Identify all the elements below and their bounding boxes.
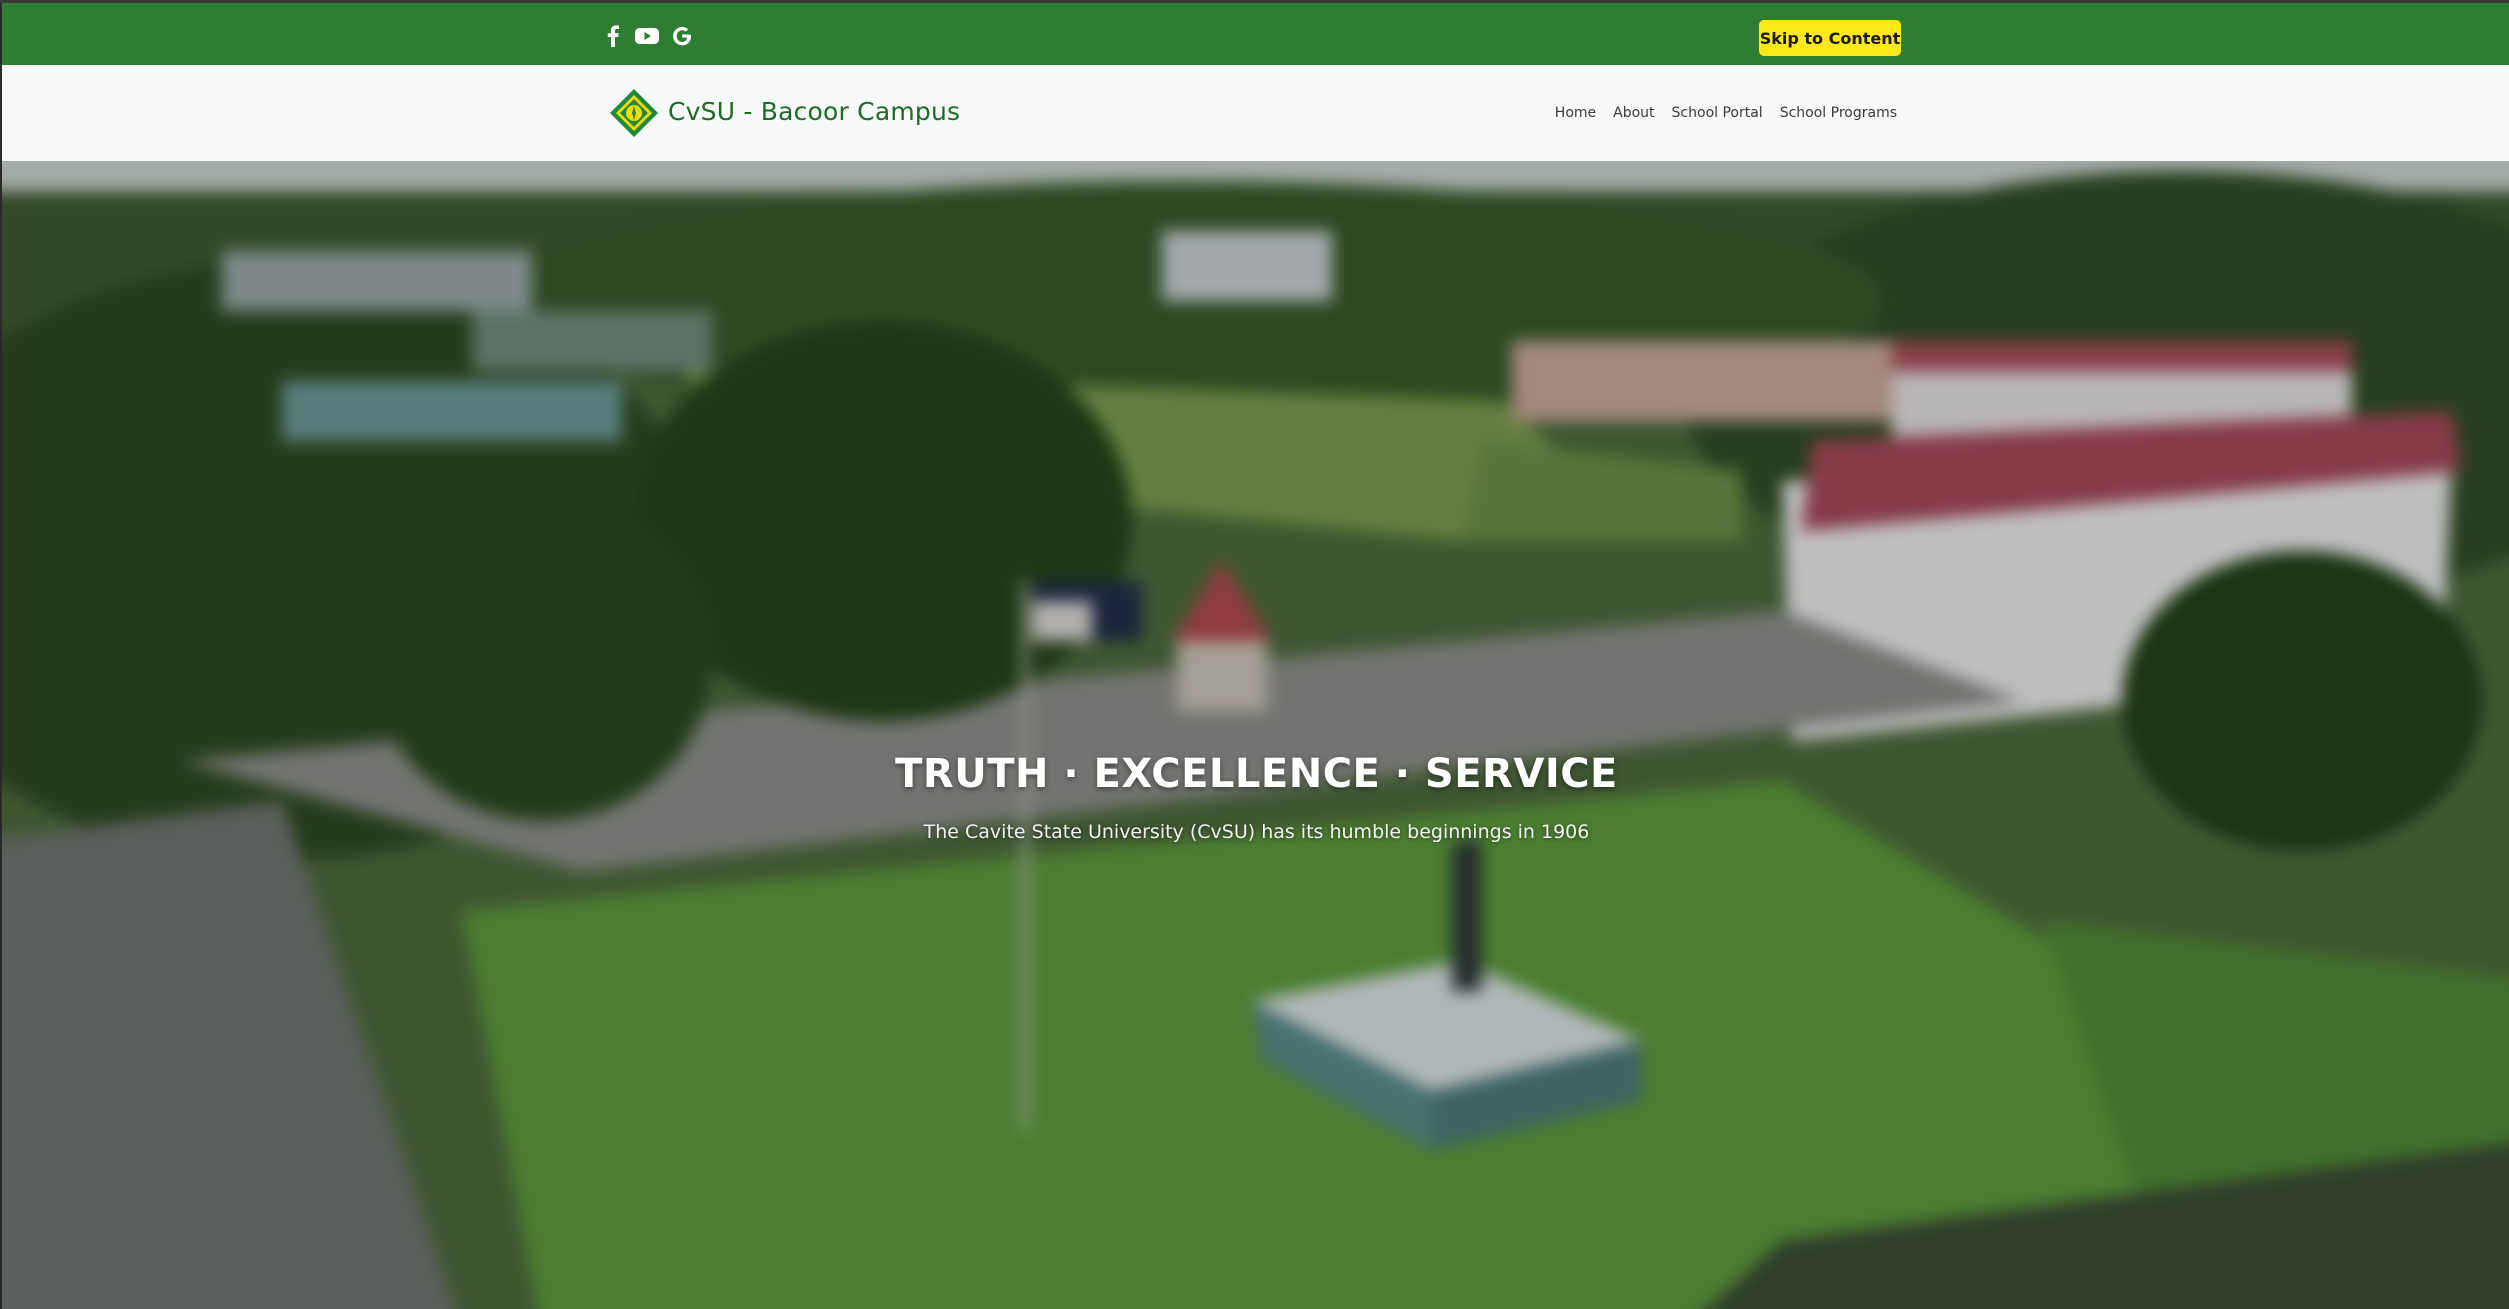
hero-subtitle: The Cavite State University (CvSU) has i… [923,821,1590,843]
skip-to-content-button[interactable]: Skip to Content [1759,20,1901,56]
facebook-icon[interactable] [604,24,622,48]
youtube-icon[interactable] [634,24,660,48]
hero-section: TRUTH · EXCELLENCE · SERVICE The Cavite … [0,161,2509,1309]
site-brand[interactable]: CvSU - Bacoor Campus [668,97,960,126]
nav-school-programs[interactable]: School Programs [1780,105,1897,121]
nav-home[interactable]: Home [1555,105,1596,121]
cvsu-logo-icon[interactable] [608,87,660,139]
hero-overlay [2,161,2509,1309]
nav-school-portal[interactable]: School Portal [1672,105,1763,121]
google-icon[interactable] [670,24,694,48]
nav-links: Home About School Portal School Programs [1555,105,1897,121]
main-navbar: CvSU - Bacoor Campus Home About School P… [0,65,2509,161]
hero-title: TRUTH · EXCELLENCE · SERVICE [895,751,1618,797]
top-social-bar: Skip to Content [0,3,2509,65]
nav-about[interactable]: About [1613,105,1654,121]
browser-viewport: Skip to Content CvSU - Bacoor Campus Hom… [0,0,2509,1309]
